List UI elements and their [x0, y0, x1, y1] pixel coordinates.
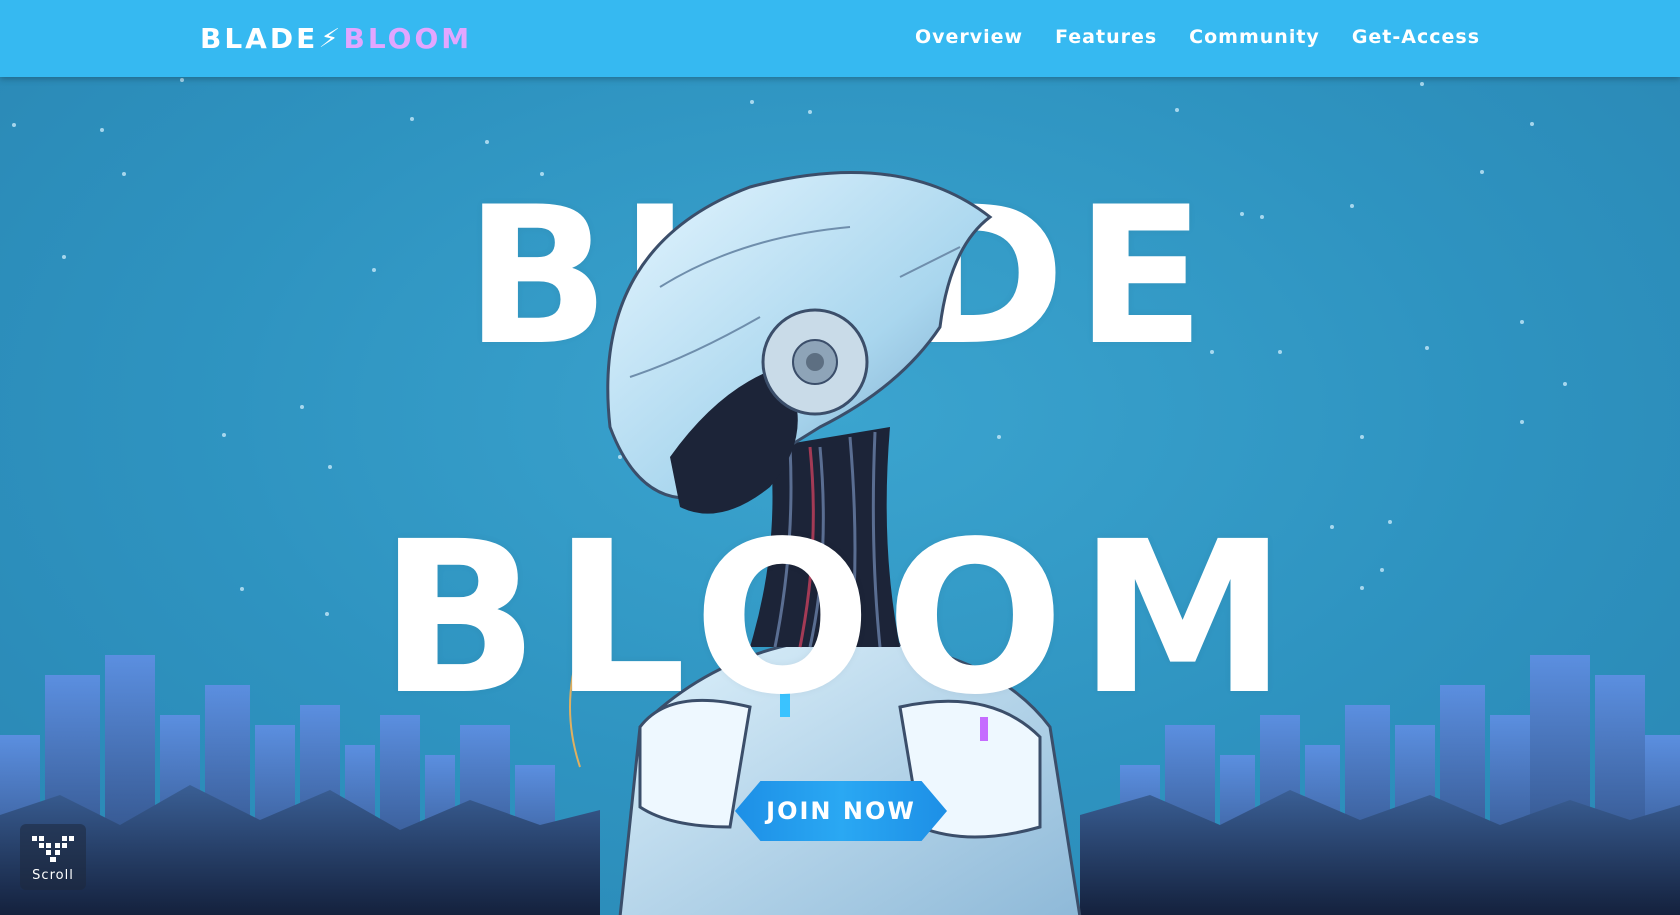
star [1520, 420, 1524, 424]
star [1530, 122, 1534, 126]
star [180, 78, 184, 82]
join-now-button[interactable]: JOIN NOW [735, 781, 947, 841]
brand-logo-part1: BLADE [200, 22, 319, 55]
nav-item-overview[interactable]: Overview [915, 26, 1023, 48]
star [485, 140, 489, 144]
chevron-down-icon [32, 835, 74, 862]
star [12, 123, 16, 127]
star [300, 405, 304, 409]
star [1563, 382, 1567, 386]
main-nav: Overview Features Community Get-Access [915, 26, 1480, 48]
star [1360, 435, 1364, 439]
lightning-bolt-icon: ⚡ [317, 23, 345, 54]
star [1175, 108, 1179, 112]
top-navbar: BLADE ⚡ BLOOM Overview Features Communit… [0, 0, 1680, 77]
star [222, 433, 226, 437]
star [750, 100, 754, 104]
scroll-label: Scroll [32, 867, 74, 883]
star [410, 117, 414, 121]
star [328, 465, 332, 469]
brand-logo-part2: BLOOM [343, 22, 473, 55]
hero-section: BLADE [0, 77, 1680, 915]
nav-item-get-access[interactable]: Get-Access [1352, 26, 1480, 48]
star [808, 110, 812, 114]
hero-title-line2: BLOOM [378, 496, 1302, 741]
star [100, 128, 104, 132]
scroll-indicator[interactable]: Scroll [20, 824, 86, 890]
star [1480, 170, 1484, 174]
star [1420, 82, 1424, 86]
nav-item-features[interactable]: Features [1055, 26, 1157, 48]
star [122, 172, 126, 176]
brand-logo[interactable]: BLADE ⚡ BLOOM [200, 22, 472, 55]
nav-item-community[interactable]: Community [1189, 26, 1320, 48]
